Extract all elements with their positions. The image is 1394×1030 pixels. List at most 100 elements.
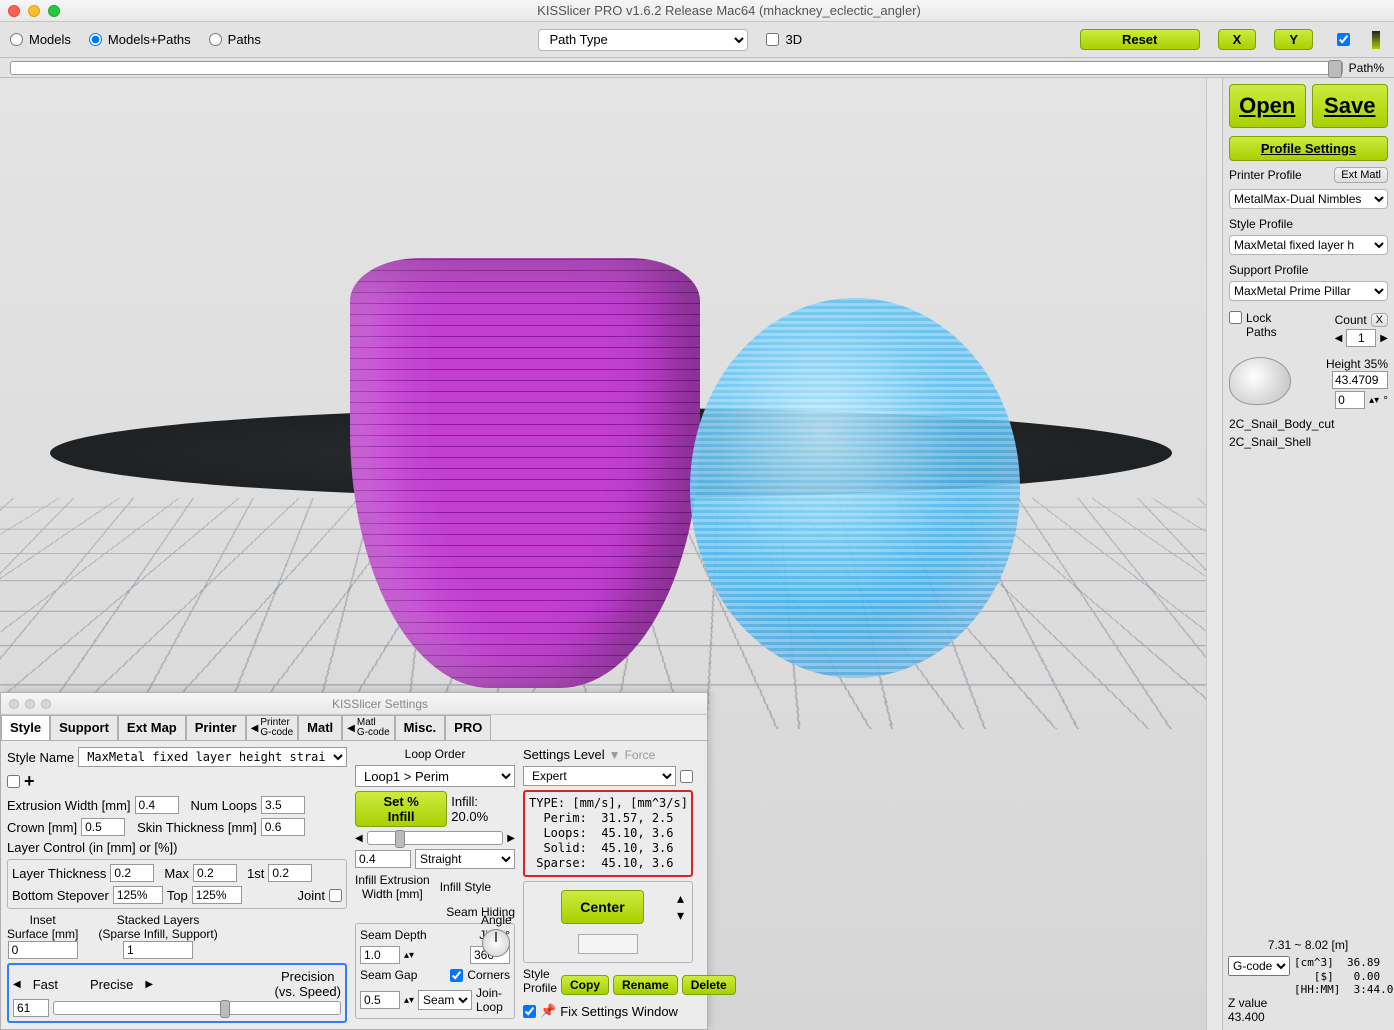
infill-ext-width-field[interactable] bbox=[355, 850, 411, 868]
settings-level-select[interactable]: Expert bbox=[523, 766, 676, 786]
tab-support[interactable]: Support bbox=[50, 715, 118, 740]
force-checkbox[interactable] bbox=[680, 770, 693, 783]
seam-select[interactable]: Seam bbox=[418, 990, 472, 1010]
chevron-left-icon: ◀ bbox=[251, 723, 259, 734]
center-button[interactable]: Center bbox=[561, 890, 643, 924]
threeD-checkbox[interactable] bbox=[766, 33, 779, 46]
loop-order-select[interactable]: Loop1 > Perim bbox=[355, 765, 515, 787]
threeD-toggle[interactable]: 3D bbox=[766, 32, 802, 47]
infill-left-icon[interactable]: ◀ bbox=[355, 833, 363, 844]
support-profile-select[interactable]: MaxMetal Prime Pillar bbox=[1229, 281, 1388, 301]
reset-button[interactable]: Reset bbox=[1080, 29, 1200, 50]
tab-printer-gcode[interactable]: ◀Printer G-code bbox=[246, 715, 299, 740]
window-title: KISSlicer PRO v1.6.2 Release Mac64 (mhac… bbox=[72, 3, 1386, 18]
first-field[interactable] bbox=[268, 864, 312, 882]
corners-checkbox[interactable] bbox=[450, 969, 463, 982]
count-decr-icon[interactable]: ◀ bbox=[1335, 333, 1343, 344]
tab-pro[interactable]: PRO bbox=[445, 715, 491, 740]
add-style-button[interactable]: + bbox=[24, 771, 35, 792]
settings-zoom-icon[interactable] bbox=[41, 699, 51, 709]
fix-settings-checkbox[interactable] bbox=[523, 1005, 536, 1018]
angle-dial[interactable] bbox=[482, 929, 510, 957]
close-window-icon[interactable] bbox=[8, 5, 20, 17]
lock-paths-checkbox[interactable] bbox=[1229, 311, 1242, 324]
angle-stepper-icon[interactable]: ▴▾ bbox=[1369, 395, 1379, 406]
tab-matl-gcode[interactable]: ◀Matl G-code bbox=[342, 715, 395, 740]
infill-style-select[interactable]: Straight bbox=[415, 849, 515, 869]
open-button[interactable]: Open bbox=[1229, 84, 1306, 128]
profile-settings-button[interactable]: Profile Settings bbox=[1229, 136, 1388, 161]
model-preview-snail[interactable] bbox=[690, 298, 1020, 678]
copy-button[interactable]: Copy bbox=[561, 975, 609, 995]
delete-button[interactable]: Delete bbox=[682, 975, 736, 995]
infill-slider[interactable] bbox=[367, 831, 504, 845]
top-field[interactable] bbox=[192, 886, 242, 904]
path-slider[interactable] bbox=[10, 61, 1343, 75]
max-field[interactable] bbox=[193, 864, 237, 882]
path-slider-thumb[interactable] bbox=[1328, 60, 1342, 78]
close-model-button[interactable]: X bbox=[1371, 313, 1388, 327]
model-list-item-2[interactable]: 2C_Snail_Shell bbox=[1229, 435, 1388, 449]
z-value-readout: 43.400 bbox=[1228, 1010, 1388, 1024]
precision-group: ◀ Fast Precise ▶ Precision (vs. Speed) bbox=[7, 963, 347, 1023]
joint-checkbox[interactable] bbox=[329, 889, 342, 902]
seam-gap-field[interactable] bbox=[360, 991, 400, 1009]
inset-surface-field[interactable] bbox=[8, 941, 78, 959]
tab-matl[interactable]: Matl bbox=[298, 715, 342, 740]
settings-min-icon[interactable] bbox=[25, 699, 35, 709]
tab-printer[interactable]: Printer bbox=[186, 715, 246, 740]
stacked-layers-field[interactable] bbox=[123, 941, 193, 959]
models-paths-radio[interactable] bbox=[89, 33, 102, 46]
reset-y-button[interactable]: Y bbox=[1274, 29, 1313, 50]
save-button[interactable]: Save bbox=[1312, 84, 1389, 128]
set-infill-button[interactable]: Set % Infill bbox=[355, 791, 447, 827]
seam-depth-field[interactable] bbox=[360, 946, 400, 964]
seam-gap-stepper-icon[interactable]: ▴▾ bbox=[404, 995, 414, 1006]
view-mode-models-paths[interactable]: Models+Paths bbox=[89, 32, 191, 47]
tab-ext-map[interactable]: Ext Map bbox=[118, 715, 186, 740]
minimize-window-icon[interactable] bbox=[28, 5, 40, 17]
view-mode-models[interactable]: Models bbox=[10, 32, 71, 47]
infill-right-icon[interactable]: ▶ bbox=[507, 833, 515, 844]
bottom-stepover-field[interactable] bbox=[113, 886, 163, 904]
precision-slider[interactable] bbox=[53, 1001, 341, 1015]
layer-thickness-field[interactable] bbox=[110, 864, 154, 882]
tab-style[interactable]: Style bbox=[1, 715, 50, 740]
center-stepper-icon[interactable]: ▴▾ bbox=[677, 890, 684, 924]
first-label: 1st bbox=[247, 866, 264, 881]
model-list-item-1[interactable]: 2C_Snail_Body_cut bbox=[1229, 417, 1388, 431]
tab-misc[interactable]: Misc. bbox=[395, 715, 446, 740]
height-pct-label: Height 35% bbox=[1295, 357, 1388, 371]
skin-thickness-field[interactable] bbox=[261, 818, 305, 836]
paths-radio[interactable] bbox=[209, 33, 222, 46]
seam-depth-stepper-icon[interactable]: ▴▾ bbox=[404, 950, 414, 961]
zoom-window-icon[interactable] bbox=[48, 5, 60, 17]
model-preview-pillar[interactable] bbox=[350, 258, 700, 688]
crown-field[interactable] bbox=[81, 818, 125, 836]
path-pct-checkbox[interactable] bbox=[1337, 33, 1350, 46]
style-name-select[interactable]: MaxMetal fixed layer height straight inf… bbox=[78, 747, 347, 767]
settings-window: KISSlicer Settings Style Support Ext Map… bbox=[0, 692, 708, 1030]
style-profile-select[interactable]: MaxMetal fixed layer h bbox=[1229, 235, 1388, 255]
path-type-select[interactable]: Path Type bbox=[538, 29, 748, 51]
viewport-vscroll[interactable] bbox=[1206, 78, 1222, 1030]
extrusion-width-field[interactable] bbox=[135, 796, 179, 814]
settings-close-icon[interactable] bbox=[9, 699, 19, 709]
models-radio[interactable] bbox=[10, 33, 23, 46]
rename-button[interactable]: Rename bbox=[613, 975, 678, 995]
precision-field[interactable] bbox=[13, 999, 49, 1017]
printer-profile-select[interactable]: MetalMax-Dual Nimbles bbox=[1229, 189, 1388, 209]
ext-matl-button[interactable]: Ext Matl bbox=[1334, 167, 1388, 183]
main-toolbar: Models Models+Paths Paths Path Type 3D R… bbox=[0, 22, 1394, 58]
precision-slider-thumb[interactable] bbox=[220, 1000, 230, 1018]
count-field[interactable] bbox=[1346, 329, 1376, 347]
view-mode-paths[interactable]: Paths bbox=[209, 32, 261, 47]
count-incr-icon[interactable]: ▶ bbox=[1380, 333, 1388, 344]
infill-slider-thumb[interactable] bbox=[395, 830, 405, 848]
reset-x-button[interactable]: X bbox=[1218, 29, 1257, 50]
num-loops-field[interactable] bbox=[261, 796, 305, 814]
gcode-select[interactable]: G-code bbox=[1228, 956, 1290, 976]
style-lock-checkbox[interactable] bbox=[7, 775, 20, 788]
height-field[interactable] bbox=[1332, 371, 1388, 389]
angle-field[interactable] bbox=[1335, 391, 1365, 409]
